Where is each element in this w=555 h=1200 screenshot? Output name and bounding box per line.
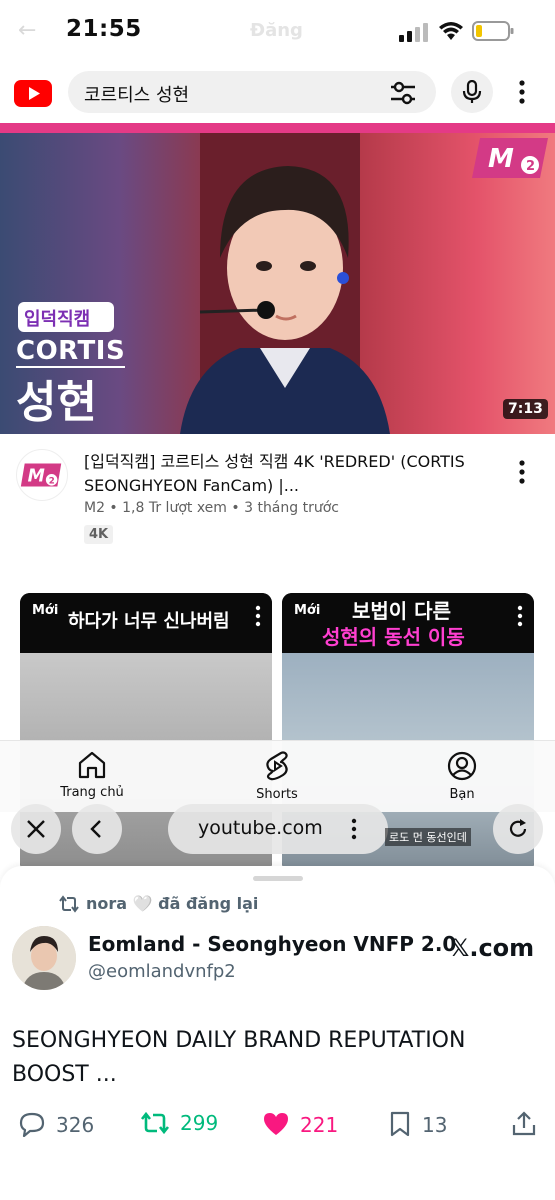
wifi-icon — [439, 22, 463, 40]
nav-home-label: Trang chủ — [60, 785, 124, 800]
nav-home[interactable]: Trang chủ — [47, 751, 137, 800]
author-photo — [12, 926, 76, 990]
filter-icon[interactable] — [389, 80, 417, 106]
heart-icon — [264, 1113, 288, 1135]
repost-button[interactable]: 299 — [140, 1111, 218, 1135]
video-title[interactable]: [입덕직캠] 코르티스 성현 직캠 4K 'REDRED' (CORTIS SE… — [84, 450, 494, 498]
video-duration: 7:13 — [503, 399, 548, 419]
reload-button[interactable] — [493, 804, 543, 854]
channel-avatar[interactable]: M 2 — [16, 449, 68, 501]
repost-count: 299 — [180, 1111, 219, 1135]
shorts-more-icon[interactable] — [252, 605, 264, 627]
svg-text:M: M — [28, 467, 45, 487]
microphone-icon — [462, 80, 482, 103]
reply-icon — [19, 1112, 45, 1138]
quality-tag: 4K — [84, 525, 114, 544]
reply-button[interactable]: 326 — [18, 1111, 95, 1138]
shorts-more-icon[interactable] — [514, 605, 526, 627]
close-icon — [27, 820, 45, 838]
status-time: 21:55 — [66, 16, 142, 42]
status-bar: ← 21:55 Đăng — [0, 0, 555, 64]
bookmark-icon — [390, 1111, 410, 1137]
url-bar[interactable]: youtube.com — [168, 804, 388, 854]
thumbnail-top-stripe — [0, 123, 555, 133]
search-query[interactable]: 코르티스 성현 — [84, 81, 189, 107]
post-sheet: nora 🤍 đã đăng lại Eomland - Seonghyeon … — [0, 866, 555, 1200]
nav-you[interactable]: Bạn — [417, 751, 507, 802]
post-text: SEONGHYEON DAILY BRAND REPUTATION BOOST … — [12, 1028, 466, 1087]
url-more-icon[interactable] — [348, 818, 360, 840]
shorts-bottom-caption: 로도 먼 동선인데 — [385, 828, 471, 846]
home-icon — [78, 751, 106, 779]
video-metadata: M2 • 1,8 Tr lượt xem • 3 tháng trước — [84, 500, 339, 516]
thumbnail-badge-text: 입덕직캠 — [24, 309, 91, 330]
x-site-label[interactable]: 𝕏.com — [450, 934, 534, 962]
search-bar[interactable]: 코르티스 성현 — [68, 71, 436, 113]
shorts-icon — [266, 751, 288, 781]
sheet-grabber[interactable] — [253, 876, 303, 881]
reload-icon — [509, 819, 527, 837]
ghost-header-text: Đăng — [250, 20, 303, 41]
more-options-icon[interactable] — [514, 79, 530, 105]
repost-action-icon — [140, 1111, 170, 1135]
nav-shorts[interactable]: Shorts — [232, 751, 322, 802]
back-arrow-icon: ← — [18, 18, 37, 43]
shorts-caption-line2: 성현의 동선 이동 — [322, 625, 465, 649]
svg-text:2: 2 — [49, 477, 55, 487]
account-icon — [447, 751, 477, 781]
new-badge: Mới — [32, 603, 59, 618]
shorts-caption: 하다가 너무 신나버림 — [68, 611, 230, 632]
author-avatar[interactable] — [12, 926, 76, 990]
voice-search-button[interactable] — [451, 71, 493, 113]
close-button[interactable] — [11, 804, 61, 854]
chevron-left-icon — [90, 820, 101, 838]
svg-text:M: M — [488, 144, 514, 174]
author-handle[interactable]: @eomlandvnfp2 — [88, 961, 236, 982]
reply-count: 326 — [56, 1113, 95, 1137]
video-thumbnail[interactable]: 입덕직캠 CORTIS 성현 M 2 7:13 — [0, 123, 555, 434]
share-icon — [512, 1111, 536, 1136]
repost-indicator: nora 🤍 đã đăng lại — [58, 894, 258, 913]
url-text[interactable]: youtube.com — [198, 817, 323, 839]
thumbnail-member-name: 성현 — [16, 377, 97, 428]
bookmark-count: 13 — [422, 1113, 448, 1137]
youtube-logo-icon[interactable] — [14, 80, 52, 107]
svg-text:2: 2 — [526, 159, 535, 174]
author-name[interactable]: Eomland - Seonghyeon VNFP 2.0 — [88, 932, 456, 956]
video-more-icon[interactable] — [514, 459, 530, 485]
thumbnail-group-name: CORTIS — [16, 336, 126, 368]
like-count: 221 — [300, 1113, 339, 1137]
nav-you-label: Bạn — [449, 787, 475, 802]
repost-text: nora 🤍 đã đăng lại — [86, 894, 259, 913]
m2-logo-icon: M 2 — [472, 138, 548, 178]
new-badge: Mới — [294, 603, 321, 618]
back-button[interactable] — [72, 804, 122, 854]
shorts-caption-line1: 보법이 다른 — [352, 599, 451, 623]
youtube-bottom-nav: Trang chủ Shorts Bạn — [0, 740, 555, 812]
bookmark-button[interactable]: 13 — [388, 1111, 447, 1137]
share-button[interactable] — [511, 1111, 547, 1137]
performer-image — [180, 166, 390, 434]
repost-icon — [59, 895, 79, 913]
nav-shorts-label: Shorts — [256, 787, 298, 802]
battery-icon — [472, 21, 514, 41]
cellular-signal-icon — [399, 23, 428, 42]
like-button[interactable]: 221 — [262, 1111, 338, 1137]
thumbnail-badge: 입덕직캠 — [18, 302, 114, 332]
